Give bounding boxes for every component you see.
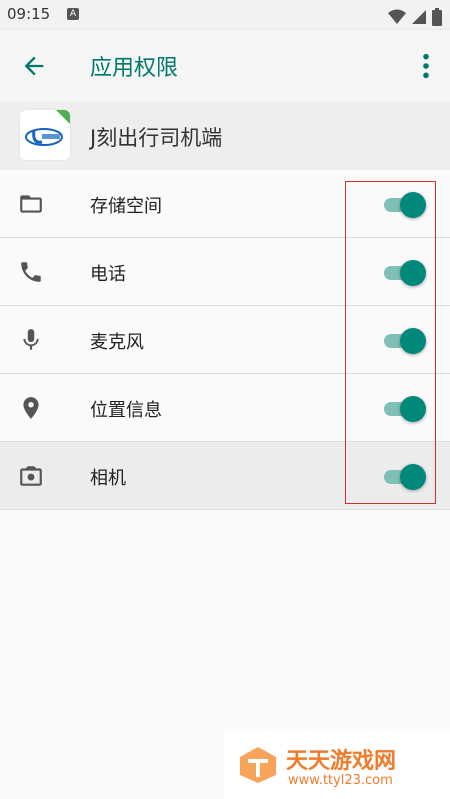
status-bar: 09:15 A (0, 0, 450, 30)
camera-icon (20, 466, 42, 486)
phone-icon (21, 262, 41, 282)
app-bar: 应用权限 (0, 30, 450, 102)
status-time: 09:15 (7, 5, 51, 23)
location-pin-icon (23, 397, 39, 419)
app-header: J刻出行司机端 (0, 102, 450, 170)
battery-icon (432, 7, 442, 26)
cellular-icon (411, 9, 426, 24)
permission-label: 存储空间 (90, 196, 162, 217)
notification-a-icon: A (67, 8, 79, 20)
page-title: 应用权限 (90, 56, 179, 81)
microphone-icon (23, 329, 39, 350)
app-logo-icon (20, 110, 70, 160)
permission-label: 电话 (90, 264, 126, 285)
status-icons (387, 6, 442, 26)
watermark-title: 天天游戏网 (286, 749, 397, 774)
more-vert-icon[interactable] (420, 52, 432, 80)
wifi-icon (387, 9, 406, 24)
watermark-logo-icon (240, 747, 276, 783)
permission-label: 麦克风 (90, 332, 144, 353)
permission-label: 位置信息 (90, 400, 162, 421)
folder-icon (20, 195, 42, 213)
permission-label: 相机 (90, 468, 126, 489)
annotation-highlight-box (345, 181, 436, 504)
arrow-back-icon[interactable] (20, 52, 48, 80)
app-name: J刻出行司机端 (90, 126, 223, 150)
watermark: 天天游戏网 www.ttyl23.com (224, 729, 450, 799)
watermark-url: www.ttyl23.com (288, 773, 393, 788)
